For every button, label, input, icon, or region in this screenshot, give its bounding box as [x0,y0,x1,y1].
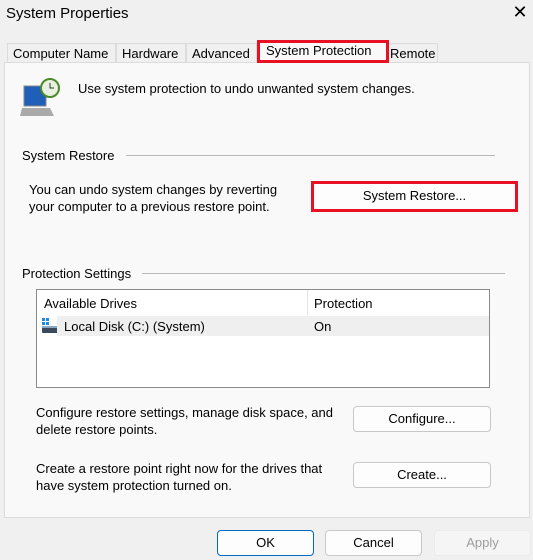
protection-settings-heading: Protection Settings [22,266,132,281]
ok-button[interactable]: OK [217,530,314,556]
tab-computer-name[interactable]: Computer Name [7,43,116,63]
tab-advanced[interactable]: Advanced [186,43,257,63]
system-restore-button[interactable]: System Restore... [314,184,515,209]
drive-name: Local Disk (C:) (System) [64,319,205,334]
create-button[interactable]: Create... [353,462,491,488]
table-row[interactable]: Local Disk (C:) (System) On [37,316,489,336]
restore-text-1: You can undo system changes by reverting [29,182,278,197]
divider [126,155,495,156]
intro-text: Use system protection to undo unwanted s… [78,81,415,96]
configure-text-2: delete restore points. [36,422,158,437]
tab-system-protection[interactable]: System Protection [257,40,389,63]
column-divider[interactable] [307,290,308,315]
divider [142,273,505,274]
system-restore-heading: System Restore [22,148,115,163]
create-text-1: Create a restore point right now for the… [36,461,323,476]
tab-hardware[interactable]: Hardware [116,43,186,63]
close-button[interactable]: ✕ [510,2,530,23]
tab-remote[interactable]: Remote [383,43,438,63]
configure-text-1: Configure restore settings, manage disk … [36,405,334,420]
window-title: System Properties [6,5,129,22]
column-header-drives[interactable]: Available Drives [44,296,137,311]
drives-list[interactable]: Available Drives Protection Local Disk (… [36,289,490,388]
cancel-button[interactable]: Cancel [325,530,422,556]
create-text-2: have system protection turned on. [36,478,232,493]
restore-text-2: your computer to a previous restore poin… [29,199,270,214]
configure-button[interactable]: Configure... [353,406,491,432]
apply-button[interactable]: Apply [434,530,531,556]
drive-protection-status: On [314,319,332,334]
column-header-protection[interactable]: Protection [314,296,373,311]
system-protection-icon [20,78,60,116]
